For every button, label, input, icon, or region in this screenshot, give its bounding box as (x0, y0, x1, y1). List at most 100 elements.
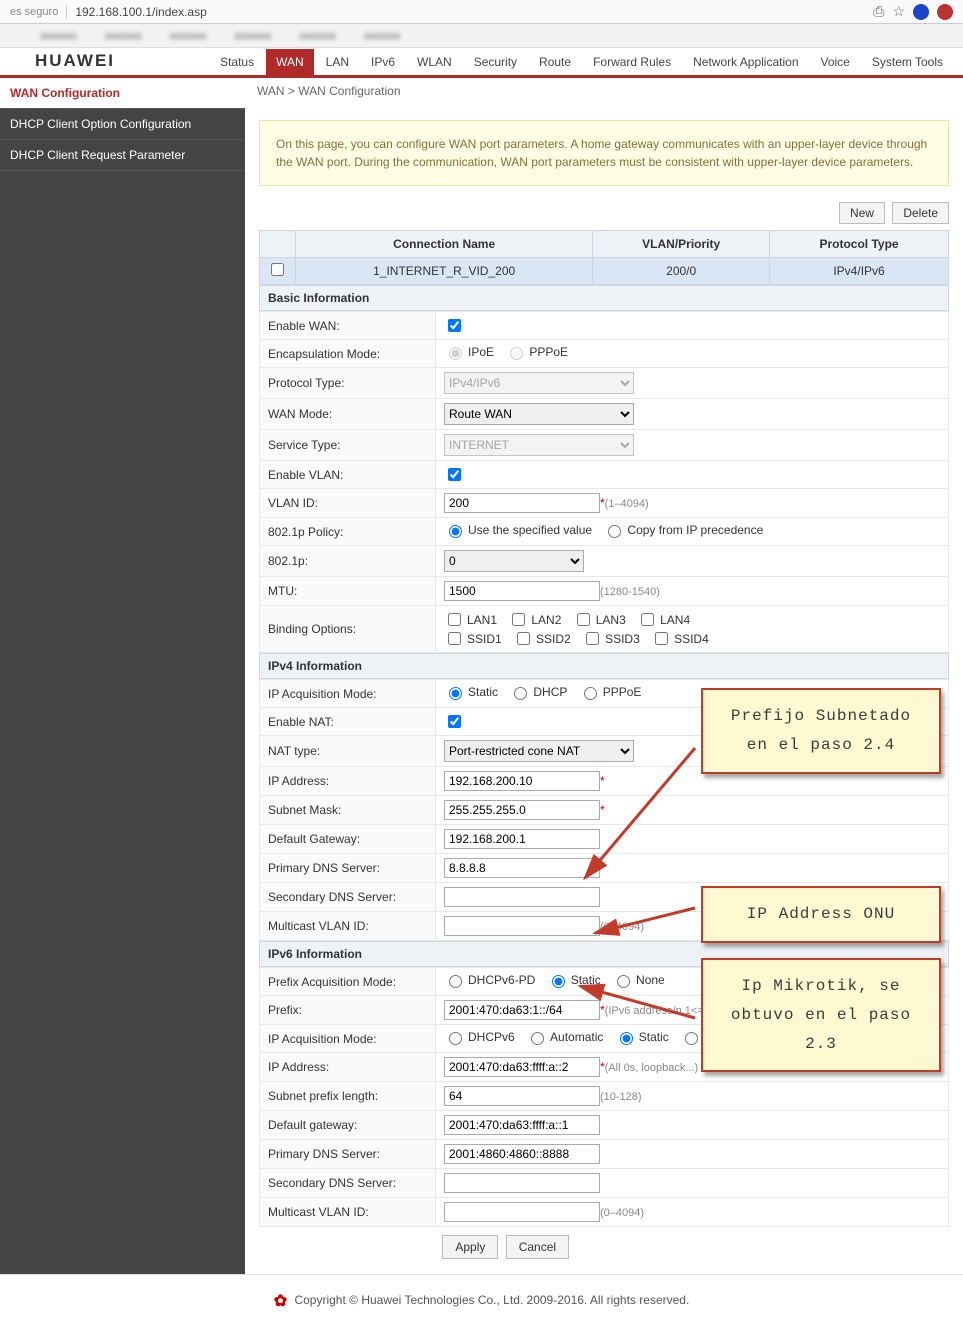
ipv6-plen-input[interactable] (444, 1086, 600, 1106)
sidebar-item-wan-config[interactable]: WAN Configuration (0, 78, 245, 109)
label-ipv6-gw: Default gateway: (260, 1111, 436, 1140)
tab-voice[interactable]: Voice (811, 49, 860, 75)
prefix-static-radio[interactable] (552, 975, 565, 988)
ipv6-ip-input[interactable] (444, 1057, 600, 1077)
copyright-text: Copyright © Huawei Technologies Co., Ltd… (294, 1293, 689, 1307)
row-select-checkbox[interactable] (271, 263, 284, 276)
bind-lan1-checkbox[interactable] (448, 613, 461, 626)
ipv4-pppoe-radio[interactable] (584, 687, 597, 700)
label-ipv4-ip: IP Address: (260, 767, 436, 796)
label-ipv4-gw: Default Gateway: (260, 825, 436, 854)
bind-ssid4-checkbox[interactable] (655, 632, 668, 645)
bind-lan2-checkbox[interactable] (512, 613, 525, 626)
prefix-dhcpv6pd-radio[interactable] (449, 975, 462, 988)
label-ipv6-mvlan: Multicast VLAN ID: (260, 1198, 436, 1227)
dot1p-copy-radio[interactable] (608, 525, 621, 538)
bind-ssid1-checkbox[interactable] (448, 632, 461, 645)
label-dot1p-policy: 802.1p Policy: (260, 518, 436, 546)
ipv6-static-radio[interactable] (620, 1032, 633, 1045)
table-row[interactable]: 1_INTERNET_R_VID_200 200/0 IPv4/IPv6 (260, 258, 949, 285)
ipv6-prefix-input[interactable] (444, 1000, 600, 1020)
ipv6-none-radio[interactable] (685, 1032, 698, 1045)
tab-wlan[interactable]: WLAN (407, 49, 462, 75)
ipv6-dhcpv6-radio[interactable] (449, 1032, 462, 1045)
ipv4-mvlan-input[interactable] (444, 916, 600, 936)
tab-system-tools[interactable]: System Tools (862, 49, 953, 75)
label-protocol-type: Protocol Type: (260, 368, 436, 399)
ipv6-dns2-input[interactable] (444, 1173, 600, 1193)
label-prefix-acq: Prefix Acquisition Mode: (260, 968, 436, 996)
tab-security[interactable]: Security (464, 49, 527, 75)
sidebar-item-dhcp-option[interactable]: DHCP Client Option Configuration (0, 109, 245, 140)
ipv6-gw-input[interactable] (444, 1115, 600, 1135)
tab-ipv6[interactable]: IPv6 (361, 49, 405, 75)
label-ipv4-dns1: Primary DNS Server: (260, 854, 436, 883)
browser-address-bar: es seguro 192.168.100.1/index.asp ⎙ ☆ (0, 0, 963, 24)
tab-network-application[interactable]: Network Application (683, 49, 808, 75)
enable-nat-checkbox[interactable] (448, 715, 461, 728)
tab-lan[interactable]: LAN (316, 49, 359, 75)
ipv4-mask-input[interactable] (444, 800, 600, 820)
protocol-type-select[interactable]: IPv4/IPv6 (444, 372, 634, 394)
nat-type-select[interactable]: Port-restricted cone NAT (444, 740, 634, 762)
annotation-prefix: Prefijo Subnetado en el paso 2.4 (701, 688, 941, 774)
enable-wan-checkbox[interactable] (448, 319, 461, 332)
label-ipv4-dns2: Secondary DNS Server: (260, 883, 436, 912)
label-wan-mode: WAN Mode: (260, 399, 436, 430)
basic-form: Enable WAN: Encapsulation Mode: IPoE PPP… (259, 311, 949, 653)
cell-vlan: 200/0 (593, 258, 770, 285)
col-vlan-priority: VLAN/Priority (593, 231, 770, 258)
label-ipv6-plen: Subnet prefix length: (260, 1082, 436, 1111)
dot1p-specified-radio[interactable] (449, 525, 462, 538)
annotation-ip-onu: IP Address ONU (701, 886, 941, 943)
ipv4-dns2-input[interactable] (444, 887, 600, 907)
bind-lan3-checkbox[interactable] (577, 613, 590, 626)
label-service-type: Service Type: (260, 430, 436, 461)
ipv6-mvlan-input[interactable] (444, 1202, 600, 1222)
encap-ipoe-radio[interactable] (449, 347, 462, 360)
dot1p-select[interactable]: 0 (444, 550, 584, 572)
bookmark-bar: aaaaaaaaaaaaaaaaaa aaaaaaaaaaaaaaaaaa (0, 24, 963, 48)
bind-ssid3-checkbox[interactable] (586, 632, 599, 645)
apply-button[interactable]: Apply (442, 1235, 498, 1259)
nav-tabs: Status WAN LAN IPv6 WLAN Security Route … (210, 49, 953, 75)
ipv4-gw-input[interactable] (444, 829, 600, 849)
sidebar: WAN Configuration DHCP Client Option Con… (0, 78, 245, 1274)
label-encap-mode: Encapsulation Mode: (260, 340, 436, 368)
label-ipv4-acq: IP Acquisition Mode: (260, 680, 436, 708)
ipv4-dhcp-radio[interactable] (514, 687, 527, 700)
bind-lan4-checkbox[interactable] (641, 613, 654, 626)
vlan-id-input[interactable] (444, 493, 600, 513)
tab-status[interactable]: Status (210, 49, 264, 75)
tab-route[interactable]: Route (529, 49, 581, 75)
encap-pppoe-radio[interactable] (510, 347, 523, 360)
extension-icon[interactable] (937, 4, 953, 20)
tab-forward-rules[interactable]: Forward Rules (583, 49, 681, 75)
security-indicator: es seguro (10, 6, 58, 18)
wan-mode-select[interactable]: Route WAN (444, 403, 634, 425)
col-connection-name: Connection Name (296, 231, 593, 258)
sidebar-item-dhcp-request[interactable]: DHCP Client Request Parameter (0, 140, 245, 171)
favorite-icon[interactable]: ☆ (892, 3, 905, 20)
label-enable-vlan: Enable VLAN: (260, 461, 436, 489)
bind-ssid2-checkbox[interactable] (517, 632, 530, 645)
tab-wan[interactable]: WAN (266, 49, 314, 75)
prefix-none-radio[interactable] (617, 975, 630, 988)
service-type-select[interactable]: INTERNET (444, 434, 634, 456)
new-button[interactable]: New (839, 202, 885, 224)
top-nav: HUAWEI Status WAN LAN IPv6 WLAN Security… (0, 48, 963, 78)
ipv4-static-radio[interactable] (449, 687, 462, 700)
section-basic: Basic Information (259, 285, 949, 311)
enable-vlan-checkbox[interactable] (448, 468, 461, 481)
extension-icon[interactable] (913, 4, 929, 20)
delete-button[interactable]: Delete (892, 202, 949, 224)
mtu-input[interactable] (444, 581, 600, 601)
ipv6-auto-radio[interactable] (531, 1032, 544, 1045)
ipv4-ip-input[interactable] (444, 771, 600, 791)
cancel-button[interactable]: Cancel (506, 1235, 569, 1259)
translate-icon[interactable]: ⎙ (873, 3, 884, 20)
huawei-logo-icon: ✿ (274, 1293, 287, 1310)
col-protocol-type: Protocol Type (770, 231, 949, 258)
ipv6-dns1-input[interactable] (444, 1144, 600, 1164)
ipv4-dns1-input[interactable] (444, 858, 600, 878)
